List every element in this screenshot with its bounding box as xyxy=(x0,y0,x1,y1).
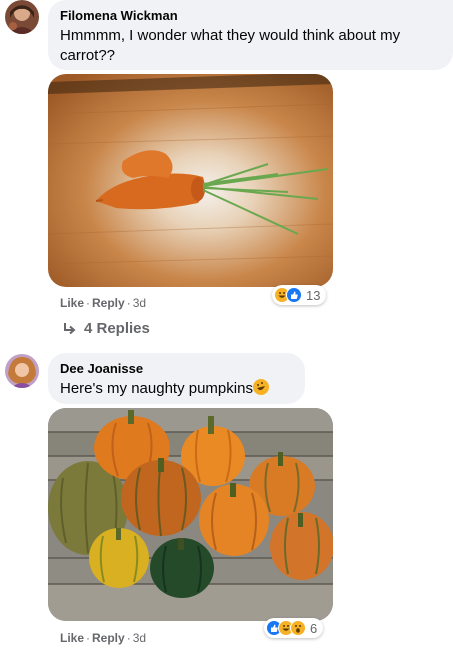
view-replies-link[interactable]: 4 Replies xyxy=(62,320,150,337)
reply-link[interactable]: Reply xyxy=(92,296,125,310)
like-link[interactable]: Like xyxy=(60,631,84,645)
comment-photo[interactable] xyxy=(48,408,333,621)
comment-actions: Like · Reply · 3d xyxy=(60,296,147,310)
reply-arrow-icon xyxy=(64,322,76,334)
comment-author[interactable]: Filomena Wickman xyxy=(60,8,441,24)
comment-author[interactable]: Dee Joanisse xyxy=(60,361,293,377)
reactions-summary[interactable]: 6 xyxy=(264,618,324,638)
reactions-summary[interactable]: 13 xyxy=(272,285,327,305)
reaction-count: 6 xyxy=(310,620,318,636)
comment-bubble: Filomena Wickman Hmmmm, I wonder what th… xyxy=(48,0,453,70)
rofl-emoji-icon xyxy=(252,379,269,395)
like-link[interactable]: Like xyxy=(60,296,84,310)
comment-photo[interactable] xyxy=(48,74,333,287)
like-icon xyxy=(286,287,302,303)
timestamp[interactable]: 3d xyxy=(133,296,146,310)
reply-link[interactable]: Reply xyxy=(92,631,125,645)
avatar[interactable] xyxy=(5,354,39,388)
comment-text: Here's my naughty pumpkins xyxy=(60,379,293,399)
avatar[interactable] xyxy=(5,0,39,34)
reaction-count: 13 xyxy=(306,287,321,303)
replies-label: 4 Replies xyxy=(84,320,150,337)
comment-text-content: Here's my naughty pumpkins xyxy=(60,380,253,397)
comment-actions: Like · Reply · 3d xyxy=(60,631,147,645)
wow-icon xyxy=(290,620,306,636)
timestamp[interactable]: 3d xyxy=(133,631,146,645)
comment-bubble: Dee Joanisse Here's my naughty pumpkins xyxy=(48,353,305,404)
comment-text: Hmmmm, I wonder what they would think ab… xyxy=(60,27,401,64)
